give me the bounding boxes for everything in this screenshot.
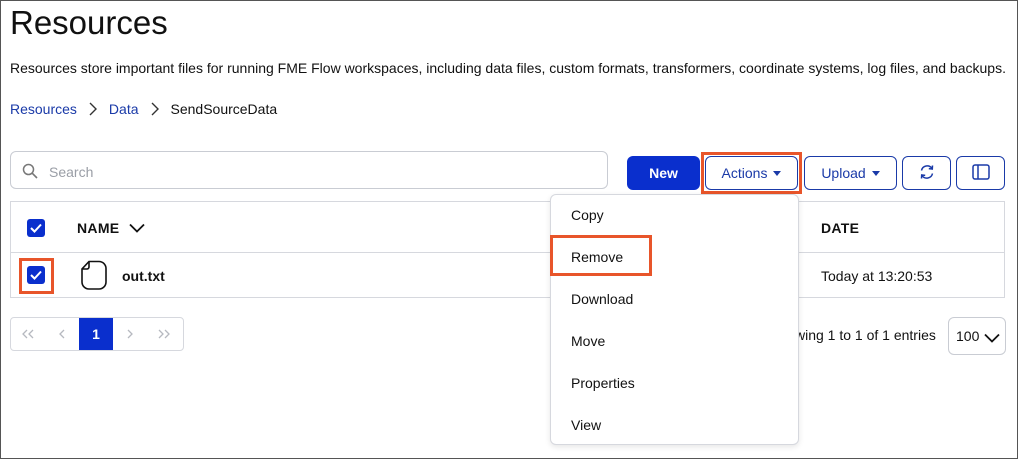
chevron-right-icon [81,101,105,117]
previous-page-button[interactable] [45,318,79,350]
menu-item-move[interactable]: Move [571,333,605,349]
breadcrumb: Resources Data SendSourceData [10,101,277,117]
actions-button[interactable]: Actions [705,156,798,190]
caret-down-icon [871,170,880,176]
menu-item-download[interactable]: Download [571,291,633,307]
select-all-checkbox[interactable] [27,219,45,237]
pagination: 1 [10,317,184,351]
menu-item-remove[interactable]: Remove [571,249,623,265]
upload-button[interactable]: Upload [804,156,897,190]
table-header: NAME DATE [11,202,1004,253]
search-input[interactable] [47,160,601,184]
entries-info: wing 1 to 1 of 1 entries [795,327,936,343]
columns-button[interactable] [956,156,1005,190]
row-checkbox[interactable] [27,266,45,284]
column-header-name[interactable]: NAME [77,220,146,236]
row-date: Today at 13:20:53 [821,268,933,284]
columns-icon [971,163,990,183]
page-1-button[interactable]: 1 [79,318,113,350]
actions-button-label: Actions [721,165,768,181]
breadcrumb-current: SendSourceData [170,101,278,117]
breadcrumb-data-link[interactable]: Data [109,101,139,117]
first-page-button[interactable] [11,318,45,350]
actions-dropdown-menu: Copy Remove Download Move Properties Vie… [550,194,799,445]
menu-item-properties[interactable]: Properties [571,375,635,391]
refresh-icon [918,163,936,184]
page-title: Resources [10,4,168,41]
upload-button-label: Upload [821,165,866,181]
menu-item-view[interactable]: View [571,417,601,433]
column-header-date[interactable]: DATE [821,220,859,236]
page-size-select[interactable]: 100 [948,317,1006,355]
search-box[interactable] [10,151,608,189]
last-page-button[interactable] [147,318,181,350]
new-button[interactable]: New [627,156,700,190]
row-file-name[interactable]: out.txt [122,268,165,284]
caret-down-icon [773,170,782,176]
chevron-right-icon [143,101,167,117]
page-description: Resources store important files for runn… [10,60,1006,76]
column-header-name-label: NAME [77,220,120,236]
menu-item-copy[interactable]: Copy [571,207,604,223]
resources-table: NAME DATE out.txt Today at 13:20:53 [10,201,1005,298]
sort-chevron-down-icon[interactable] [129,223,146,233]
chevron-down-icon [984,330,1000,346]
refresh-button[interactable] [902,156,951,190]
search-icon [22,163,38,184]
next-page-button[interactable] [113,318,147,350]
file-icon [80,260,108,295]
page-size-value: 100 [956,328,980,344]
breadcrumb-resources-link[interactable]: Resources [10,101,77,117]
